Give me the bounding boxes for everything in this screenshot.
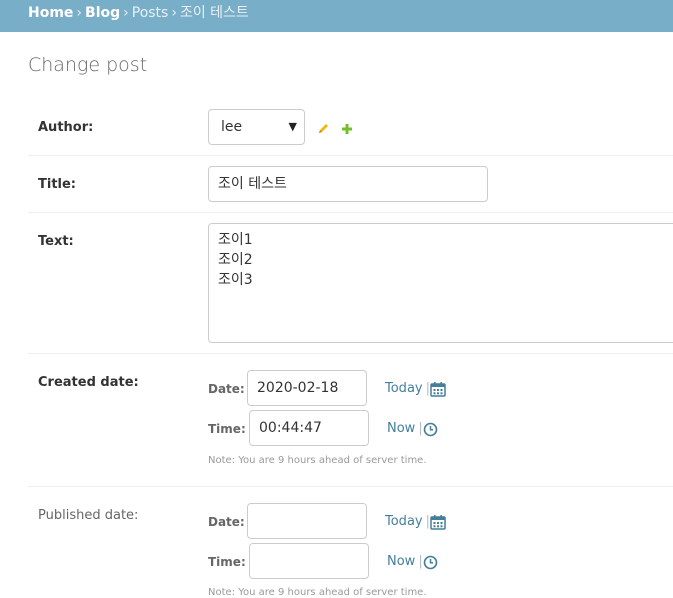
created-time-input-value: 00:44:47 (259, 420, 322, 436)
created-time-input[interactable]: 00:44:47 (249, 410, 369, 446)
breadcrumb-current: 조이 테스트 (179, 5, 249, 21)
created-timezone-note: Note: You are 9 hours ahead of server ti… (208, 455, 427, 466)
published-date-input[interactable] (247, 503, 367, 539)
title-input[interactable]: 조이 테스트 (208, 166, 488, 202)
breadcrumb: Home › Blog › Posts › 조이 테스트 (0, 0, 673, 32)
published-time-input[interactable] (249, 543, 369, 579)
text-textarea[interactable]: 조이1 조이2 조이3 (208, 223, 673, 343)
calendar-icon[interactable] (430, 514, 446, 534)
breadcrumb-separator: › (76, 5, 83, 21)
breadcrumb-blog-link[interactable]: Blog (85, 5, 120, 21)
page-title: Change post (28, 54, 148, 76)
published-date-date-label: Date: (208, 515, 245, 529)
created-date-input[interactable]: 2020-02-18 (247, 370, 367, 406)
published-now-link[interactable]: Now | (387, 554, 426, 569)
published-today-link-label: Today (385, 514, 423, 529)
breadcrumb-posts-link[interactable]: Posts (132, 5, 169, 21)
created-today-link-label: Today (385, 381, 423, 396)
created-time-label: Time: (208, 422, 246, 436)
author-label: Author: (38, 120, 94, 135)
published-today-link[interactable]: Today | (385, 514, 433, 529)
created-date-date-label: Date: (208, 382, 245, 396)
published-now-link-label: Now (387, 554, 416, 569)
dropdown-arrow-icon: ▼ (288, 120, 297, 133)
breadcrumb-separator: › (123, 5, 129, 21)
published-timezone-note: Note: You are 9 hours ahead of server ti… (208, 587, 427, 598)
breadcrumb-home-link[interactable]: Home (28, 5, 73, 21)
created-now-link-label: Now (387, 421, 416, 436)
text-label: Text: (38, 234, 74, 249)
created-today-link[interactable]: Today | (385, 381, 433, 396)
edit-pencil-icon[interactable] (317, 120, 330, 139)
clock-icon[interactable] (423, 555, 438, 574)
title-input-value: 조이 테스트 (218, 176, 287, 192)
created-date-label: Created date: (38, 375, 139, 390)
published-date-label: Published date: (38, 508, 139, 523)
author-select[interactable]: lee ▼ (208, 109, 305, 145)
clock-icon[interactable] (423, 422, 438, 441)
author-select-value: lee (221, 119, 243, 135)
created-date-input-value: 2020-02-18 (257, 380, 339, 396)
title-label: Title: (38, 177, 77, 192)
published-time-label: Time: (208, 555, 246, 569)
calendar-icon[interactable] (430, 381, 446, 401)
created-now-link[interactable]: Now | (387, 421, 426, 436)
add-plus-icon[interactable] (341, 120, 353, 139)
breadcrumb-separator: › (171, 5, 177, 21)
